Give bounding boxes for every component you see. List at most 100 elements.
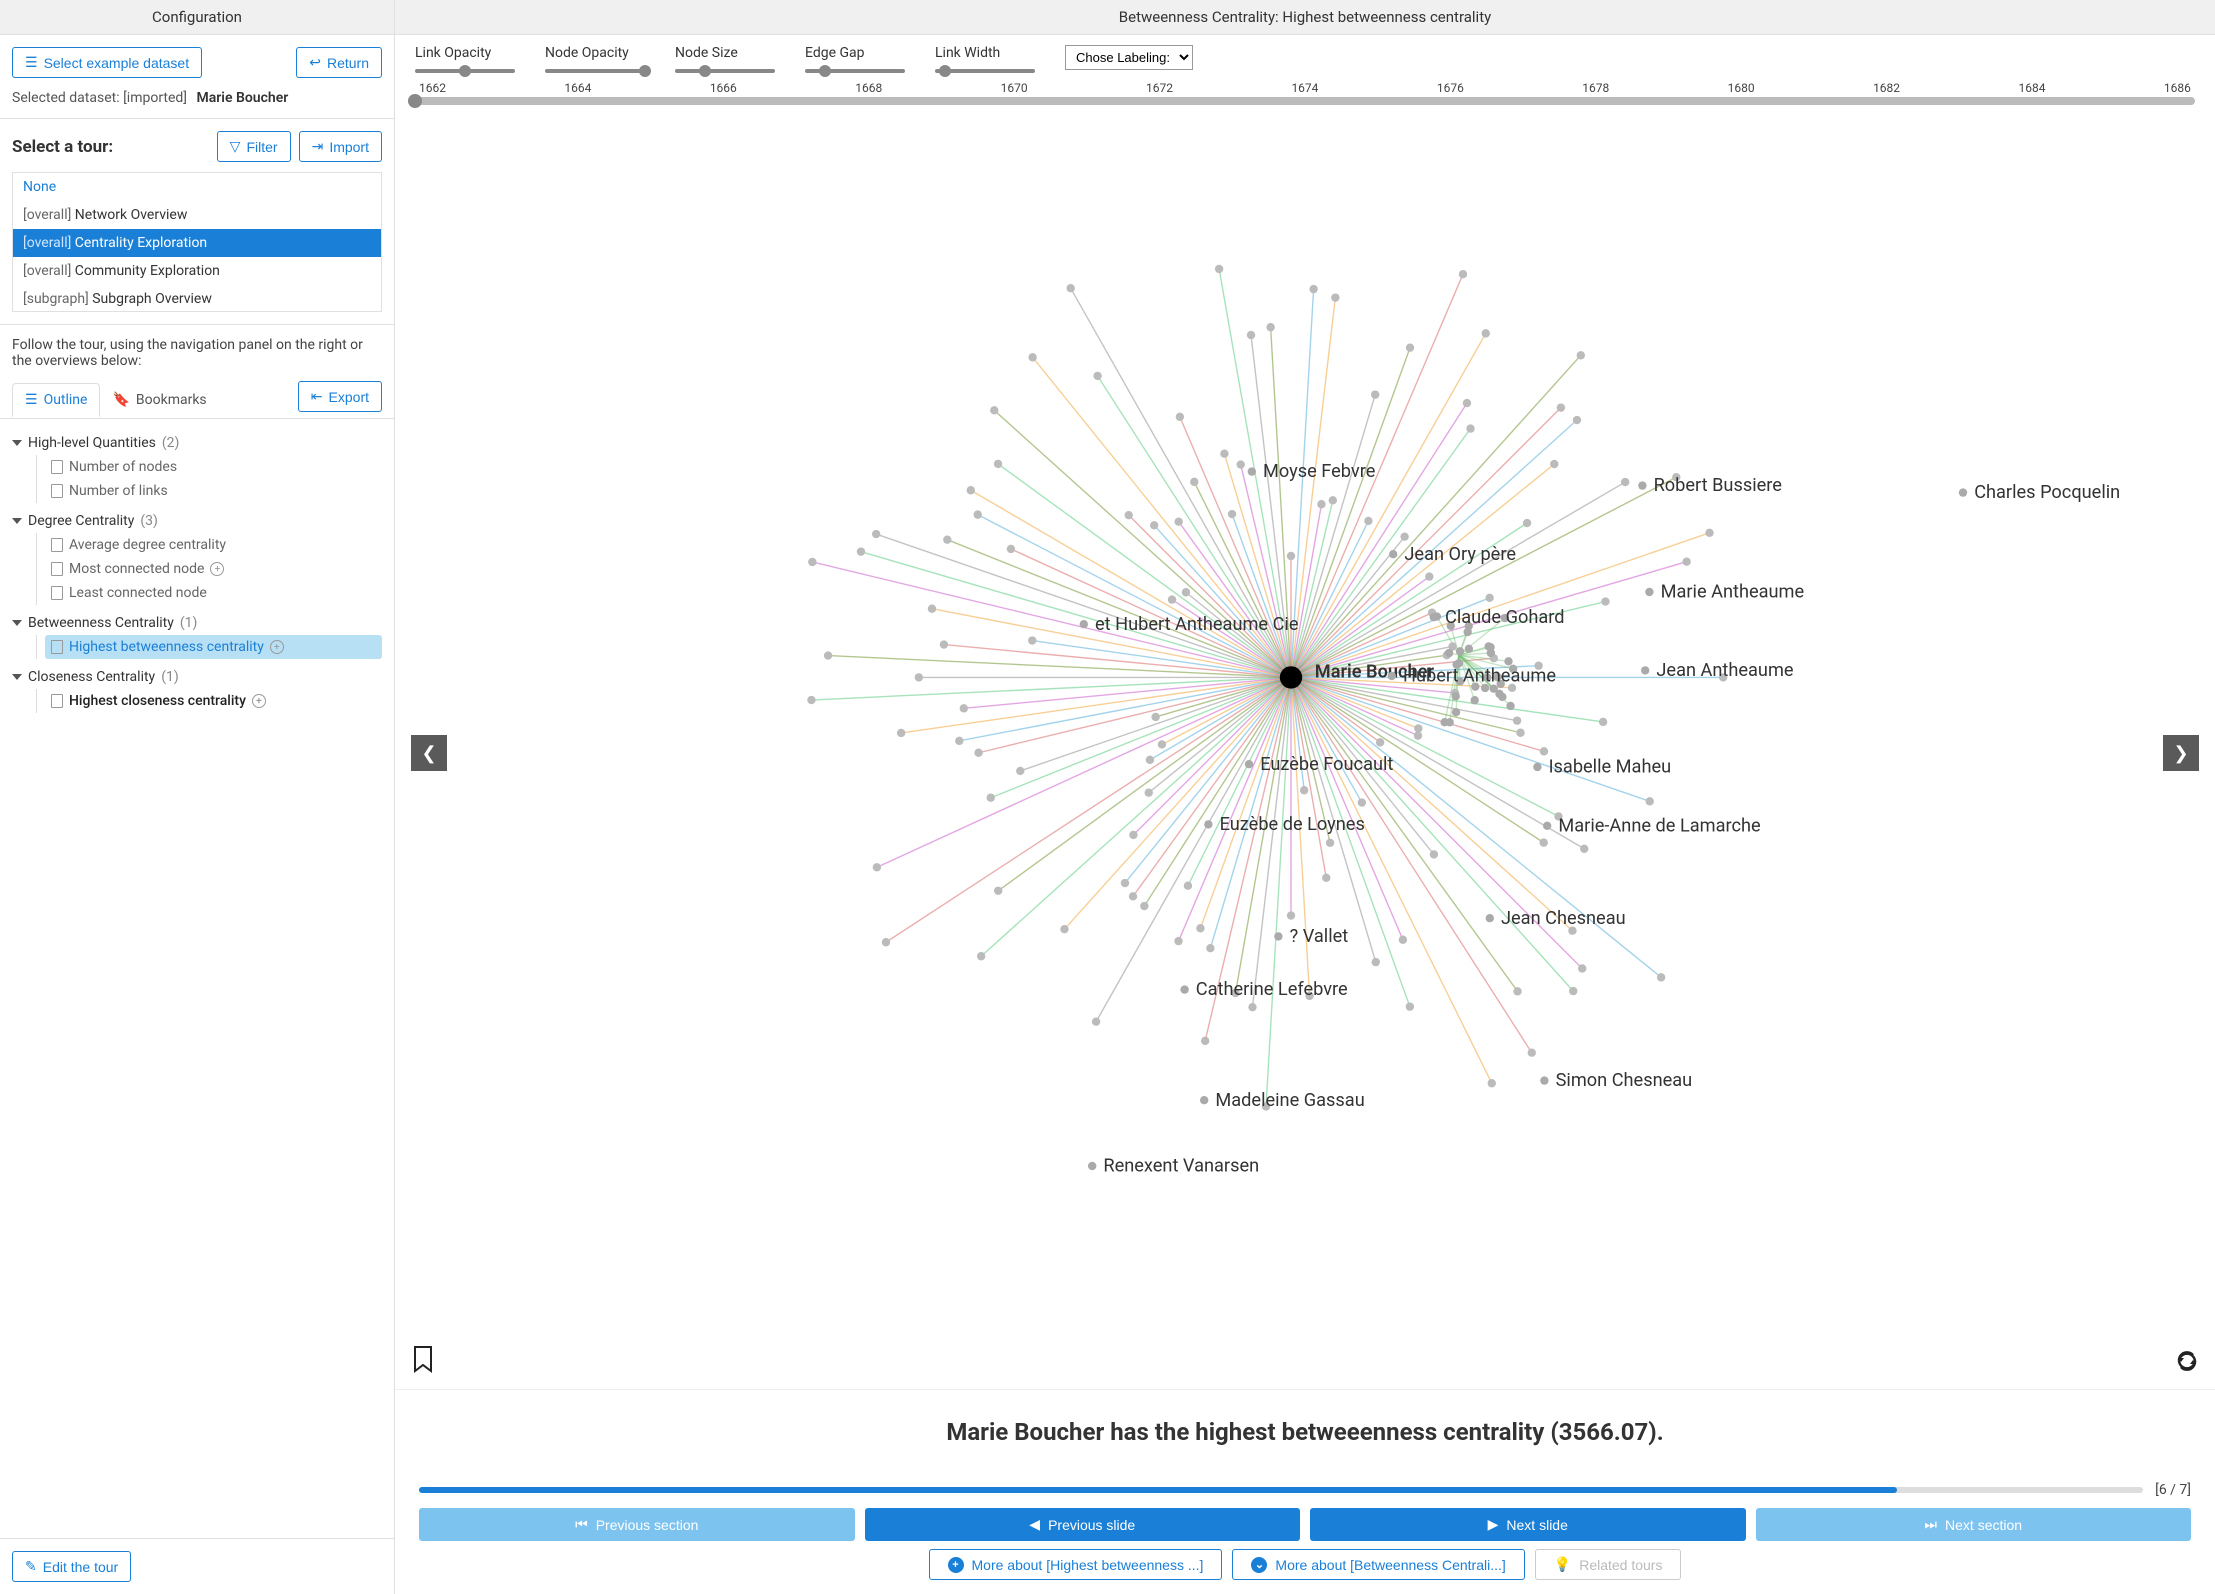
outline-group-head[interactable]: Betweenness Centrality (1) [12, 611, 382, 635]
graph-node-label[interactable]: Jean Ory père [1404, 544, 1516, 565]
list-icon: ☰ [25, 54, 38, 71]
prev-icon: ◀ [1029, 1516, 1040, 1533]
plus-circle-icon: + [948, 1557, 964, 1573]
outline-group-head[interactable]: Closeness Centrality (1) [12, 665, 382, 689]
more-highest-button[interactable]: + More about [Highest betweenness ...] [929, 1549, 1223, 1580]
nav-buttons: ⏮ Previous section ◀ Previous slide ▶ Ne… [395, 1502, 2215, 1545]
filter-button[interactable]: ▽ Filter [217, 131, 291, 162]
graph-node-label[interactable]: Marie Antheaume [1661, 582, 1805, 603]
graph-node-label[interactable]: Renexent Vanarsen [1103, 1156, 1259, 1177]
tour-list[interactable]: None[overall] Network Overview[overall] … [12, 172, 382, 312]
graph-node-label[interactable]: Hubert Antheaume [1403, 666, 1556, 687]
labeling-select[interactable]: Chose Labeling: [1065, 45, 1193, 70]
outline-leaf[interactable]: Highest betweenness centrality + [45, 635, 382, 659]
timeline-track[interactable] [415, 97, 2195, 105]
tab-outline[interactable]: ☰ Outline [12, 383, 100, 417]
bookmark-button[interactable] [411, 1345, 435, 1377]
slider-link-opacity[interactable] [415, 69, 515, 73]
timeline-ticks: 1662166416661668167016721674167616781680… [415, 81, 2195, 95]
tour-item[interactable]: None [13, 173, 381, 201]
import-button[interactable]: ⇥ Import [299, 131, 382, 162]
graph-node-label[interactable]: Jean Chesneau [1501, 908, 1626, 929]
slider-node-size[interactable] [675, 69, 775, 73]
skip-fwd-icon: ⏭ [1924, 1516, 1937, 1533]
graph-node-label[interactable]: Simon Chesneau [1556, 1070, 1693, 1091]
outline-leaf[interactable]: Most connected node + [45, 557, 382, 581]
prev-arrow[interactable]: ❮ [411, 735, 447, 771]
main-header: Betweenness Centrality: Highest betweenn… [395, 0, 2215, 35]
graph-node-label[interactable]: Marie-Anne de Lamarche [1558, 815, 1760, 836]
control-node-opacity: Node Opacity [545, 45, 645, 73]
timeline-row: 1662166416661668167016721674167616781680… [395, 77, 2215, 117]
select-example-button[interactable]: ☰ Select example dataset [12, 47, 202, 78]
outline-leaf[interactable]: Average degree centrality [45, 533, 382, 557]
tour-item[interactable]: [overall] Centrality Exploration [13, 229, 381, 257]
chevron-down-circle-icon: ⌄ [1251, 1557, 1267, 1573]
return-button[interactable]: ↩ Return [296, 47, 382, 78]
outline-leaf[interactable]: Highest closeness centrality + [45, 689, 382, 713]
graph-node-label[interactable]: Euzèbe de Loynes [1220, 814, 1365, 835]
more-buttons: + More about [Highest betweenness ...] ⌄… [395, 1545, 2215, 1594]
import-icon: ⇥ [312, 138, 324, 155]
network-graph[interactable]: Moyse Febvre Robert Bussiere Charles Pocqu… [395, 117, 2215, 1389]
timeline-thumb[interactable] [408, 94, 422, 108]
tour-item[interactable]: [subgraph] Subgraph Overview [13, 285, 381, 312]
tabs-row: ☰ Outline 🔖 Bookmarks ⇤ Export [0, 381, 394, 419]
prev-section-button[interactable]: ⏮ Previous section [419, 1508, 855, 1541]
tour-section: Select a tour: ▽ Filter ⇥ Import None[ov… [0, 119, 394, 325]
graph-node-label[interactable]: Euzèbe Foucault [1260, 754, 1393, 775]
graph-node-label[interactable]: Madeleine Gassau [1215, 1090, 1364, 1111]
tour-item[interactable]: [overall] Community Exploration [13, 257, 381, 285]
progress-bar[interactable] [419, 1487, 2143, 1493]
related-tours-button: 💡 Related tours [1535, 1549, 1682, 1580]
graph-node-label[interactable]: Isabelle Maheu [1549, 757, 1672, 778]
refresh-button[interactable] [2175, 1349, 2199, 1377]
slider-node-opacity[interactable] [545, 69, 645, 73]
graph-node-label[interactable]: Jean Antheaume [1656, 660, 1793, 681]
summary-text: Marie Boucher has the highest betweeenne… [395, 1389, 2215, 1474]
progress-row: [6 / 7] [395, 1474, 2215, 1502]
graph-node-label[interactable]: Claude Gohard [1445, 607, 1565, 628]
graph-node-label[interactable]: Catherine Lefebvre [1196, 979, 1348, 1000]
outline-leaf[interactable]: Number of nodes [45, 455, 382, 479]
progress-label: [6 / 7] [2155, 1482, 2191, 1498]
tour-item[interactable]: [overall] Network Overview [13, 201, 381, 229]
outline-leaf[interactable]: Least connected node [45, 581, 382, 605]
sidebar: Configuration ☰ Select example dataset ↩… [0, 0, 395, 1594]
control-edge-gap: Edge Gap [805, 45, 905, 73]
sidebar-header: Configuration [0, 0, 394, 35]
graph-node-label[interactable]: Charles Pocquelin [1974, 482, 2120, 503]
outline-icon: ☰ [25, 392, 38, 408]
graph-node-label[interactable]: Robert Bussiere [1654, 475, 1782, 496]
outline: High-level Quantities (2)Number of nodes… [0, 419, 394, 1538]
outline-group-head[interactable]: Degree Centrality (3) [12, 509, 382, 533]
select-tour-heading: Select a tour: [12, 137, 113, 157]
graph-node-label[interactable]: et Hubert Antheaume Cie [1095, 614, 1298, 635]
control-link-width: Link Width [935, 45, 1035, 73]
next-section-button[interactable]: ⏭ Next section [1756, 1508, 2192, 1541]
tab-bookmarks[interactable]: 🔖 Bookmarks [100, 384, 218, 416]
follow-text: Follow the tour, using the navigation pa… [0, 325, 394, 381]
skip-back-icon: ⏮ [575, 1516, 588, 1533]
slider-link-width[interactable] [935, 69, 1035, 73]
graph-area[interactable]: Moyse Febvre Robert Bussiere Charles Pocqu… [395, 117, 2215, 1389]
control-node-size: Node Size [675, 45, 775, 73]
pencil-icon: ✎ [25, 1558, 37, 1575]
export-button[interactable]: ⇤ Export [298, 381, 382, 412]
graph-node-label[interactable]: ? Vallet [1290, 926, 1349, 947]
more-centrality-button[interactable]: ⌄ More about [Betweenness Centrali...] [1232, 1549, 1524, 1580]
controls-row: Link Opacity Node Opacity Node Size Edge… [395, 35, 2215, 77]
sidebar-top: ☰ Select example dataset ↩ Return Select… [0, 35, 394, 119]
return-icon: ↩ [309, 54, 321, 71]
bulb-icon: 💡 [1554, 1556, 1571, 1573]
sidebar-footer: ✎ Edit the tour [0, 1538, 394, 1594]
control-link-opacity: Link Opacity [415, 45, 515, 73]
outline-group-head[interactable]: High-level Quantities (2) [12, 431, 382, 455]
edit-tour-button[interactable]: ✎ Edit the tour [12, 1551, 131, 1582]
next-slide-button[interactable]: ▶ Next slide [1310, 1508, 1746, 1541]
next-arrow[interactable]: ❯ [2163, 735, 2199, 771]
graph-node-label[interactable]: Moyse Febvre [1263, 461, 1375, 482]
prev-slide-button[interactable]: ◀ Previous slide [865, 1508, 1301, 1541]
slider-edge-gap[interactable] [805, 69, 905, 73]
outline-leaf[interactable]: Number of links [45, 479, 382, 503]
